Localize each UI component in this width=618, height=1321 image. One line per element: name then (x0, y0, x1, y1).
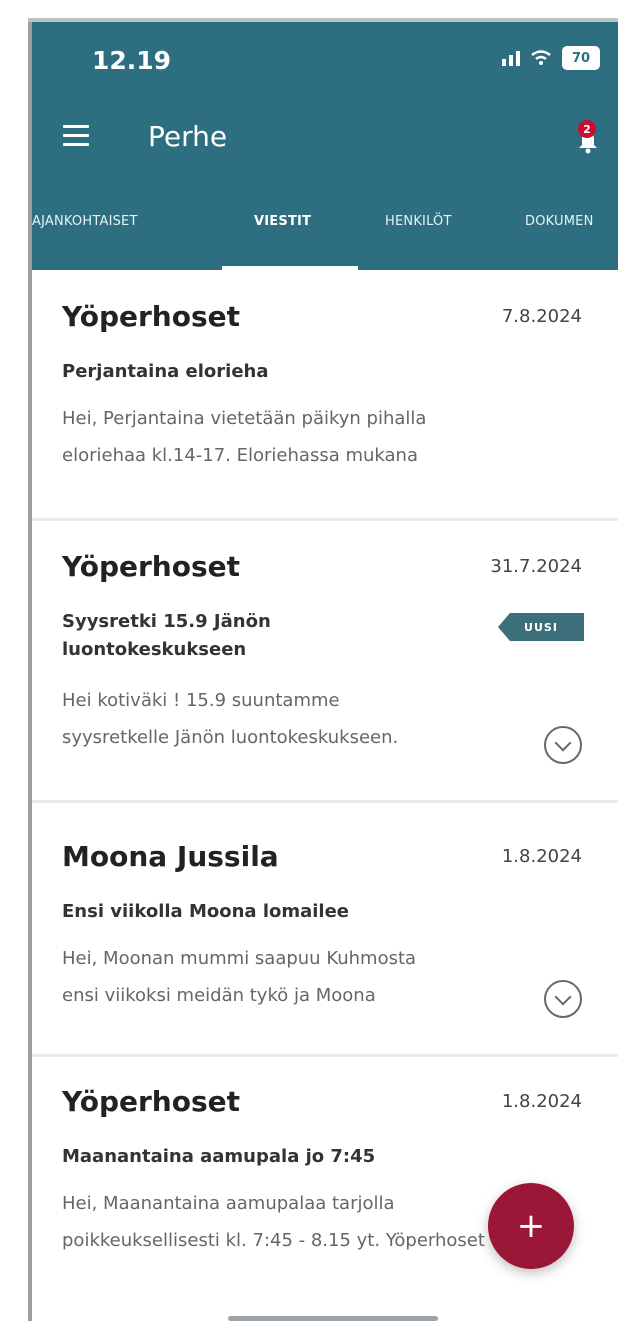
home-indicator[interactable] (228, 1316, 438, 1321)
status-time: 12.19 (92, 46, 172, 75)
wifi-icon (531, 50, 551, 65)
signal-icon (502, 50, 520, 66)
message-date: 31.7.2024 (490, 556, 582, 577)
preview-line: Hei, Perjantaina vietetään päikyn pihall… (62, 408, 427, 429)
chevron-down-circle-icon[interactable] (544, 980, 582, 1018)
message-preview: Hei, Moonan mummi saapuu Kuhmosta ensi v… (62, 940, 517, 1014)
preview-line: eloriehaa kl.14-17. Eloriehassa mukana (62, 445, 418, 466)
hamburger-icon[interactable] (63, 125, 89, 147)
new-message-button[interactable]: + (488, 1183, 574, 1269)
tab-ajankohtaiset[interactable]: AJANKOHTAISET (32, 214, 138, 229)
preview-line: syysretkelle Jänön luontokeskukseen. (62, 727, 399, 748)
notification-badge: 2 (578, 120, 596, 138)
message-sender: Yöperhoset (62, 550, 240, 583)
message-divider (32, 518, 618, 521)
phone-screen: 12.19 70 Perhe 2 AJANKOHTAISET VIESTIT H… (32, 22, 618, 1321)
notifications-button[interactable]: 2 (574, 120, 606, 160)
message-preview: Hei kotiväki ! 15.9 suuntamme syysretkel… (62, 682, 517, 756)
message-date: 1.8.2024 (501, 1091, 582, 1112)
preview-line: ensi viikoksi meidän tykö ja Moona (62, 985, 376, 1006)
preview-line: Hei, Maanantaina aamupalaa tarjolla (62, 1193, 395, 1214)
message-subject: Syysretki 15.9 Jänön luontokeskukseen (62, 611, 271, 660)
message-date: 1.8.2024 (501, 846, 582, 867)
battery-icon: 70 (562, 46, 600, 70)
tab-bar: AJANKOHTAISET VIESTIT HENKILÖT DOKUMEN (32, 184, 618, 270)
message-sender: Yöperhoset (62, 300, 240, 333)
new-badge: UUSI (498, 613, 584, 641)
message-subject: Perjantaina elorieha (62, 361, 269, 382)
message-item[interactable]: Moona Jussila 1.8.2024 Ensi viikolla Moo… (32, 840, 618, 1030)
status-icons: 70 (502, 46, 600, 70)
chevron-down-circle-icon[interactable] (544, 726, 582, 764)
tab-henkilot[interactable]: HENKILÖT (385, 214, 452, 229)
preview-line: poikkeuksellisesti kl. 7:45 - 8.15 yt. Y… (62, 1230, 485, 1251)
tab-viestit[interactable]: VIESTIT (254, 214, 311, 229)
tab-dokumentit[interactable]: DOKUMEN (525, 214, 594, 229)
top-toolbar: Perhe 2 (32, 102, 618, 184)
message-list: Yöperhoset 7.8.2024 Perjantaina elorieha… (32, 270, 618, 1321)
message-preview: Hei, Perjantaina vietetään päikyn pihall… (62, 400, 517, 474)
message-subject: Ensi viikolla Moona lomailee (62, 901, 350, 922)
message-date: 7.8.2024 (501, 306, 582, 327)
message-divider (32, 800, 618, 803)
app-frame: 12.19 70 Perhe 2 AJANKOHTAISET VIESTIT H… (0, 0, 618, 1321)
preview-line: Hei, Moonan mummi saapuu Kuhmosta (62, 948, 417, 969)
page-title: Perhe (148, 120, 228, 153)
message-subject: Maanantaina aamupala jo 7:45 (62, 1146, 376, 1167)
app-header: 12.19 70 Perhe 2 AJANKOHTAISET VIESTIT H… (32, 22, 618, 270)
preview-line: Hei kotiväki ! 15.9 suuntamme (62, 690, 340, 711)
message-sender: Yöperhoset (62, 1085, 240, 1118)
message-divider (32, 1054, 618, 1057)
message-preview: Hei, Maanantaina aamupalaa tarjolla poik… (62, 1185, 517, 1259)
status-bar: 12.19 70 (32, 22, 618, 102)
left-margin (0, 0, 28, 1321)
message-item[interactable]: Yöperhoset 31.7.2024 Syysretki 15.9 Jänö… (32, 550, 618, 780)
message-item[interactable]: Yöperhoset 7.8.2024 Perjantaina elorieha… (32, 300, 618, 500)
message-sender: Moona Jussila (62, 840, 279, 873)
plus-icon: + (516, 1206, 546, 1246)
